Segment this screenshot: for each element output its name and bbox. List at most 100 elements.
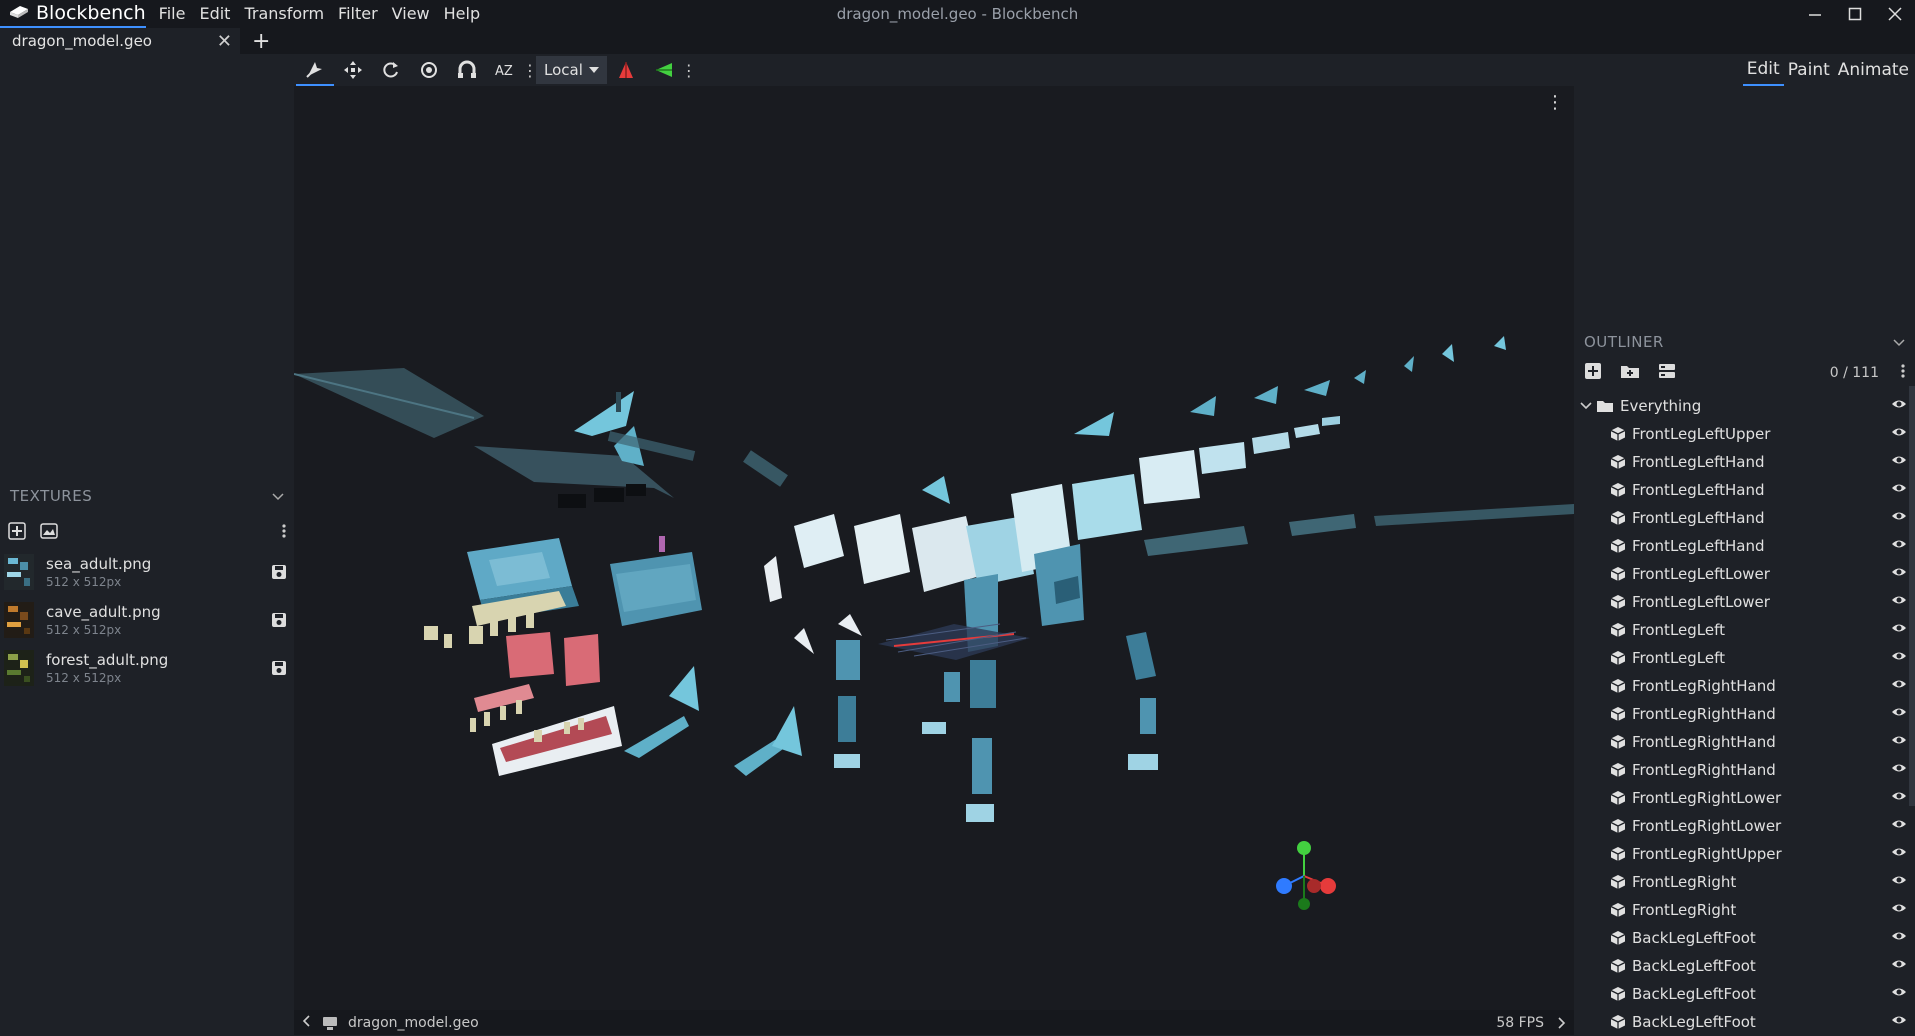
outliner-cube-item[interactable]: BackLegLeftFoot <box>1574 924 1915 952</box>
outliner-cube-item[interactable]: FrontLegRight <box>1574 868 1915 896</box>
viewport-menu-icon[interactable]: ⋮ <box>1546 92 1564 113</box>
textures-panel-header[interactable]: TEXTURES <box>0 482 294 510</box>
maximize-button[interactable] <box>1835 0 1875 28</box>
visibility-eye-icon[interactable] <box>1891 678 1907 690</box>
visibility-eye-icon[interactable] <box>1891 818 1907 830</box>
menu-help[interactable]: Help <box>437 0 487 28</box>
outliner-cube-item[interactable]: FrontLegRight <box>1574 896 1915 924</box>
texture-item[interactable]: sea_adult.png 512 x 512px <box>0 548 294 596</box>
outliner-cube-item[interactable]: BackLegLeftFoot <box>1574 980 1915 1008</box>
outliner-cube-item[interactable]: FrontLegRightLower <box>1574 812 1915 840</box>
3d-viewport[interactable]: ⋮ <box>294 86 1574 1010</box>
outliner-cube-item[interactable]: FrontLegLeftHand <box>1574 448 1915 476</box>
visibility-eye-icon[interactable] <box>1891 762 1907 774</box>
visibility-eye-icon[interactable] <box>1891 734 1907 746</box>
dragon-model-render[interactable] <box>294 86 1574 1010</box>
outliner-cube-item[interactable]: FrontLegLeft <box>1574 644 1915 672</box>
outliner-cube-item[interactable]: FrontLegLeftLower <box>1574 560 1915 588</box>
outliner-cube-item[interactable]: FrontLegRightHand <box>1574 700 1915 728</box>
outliner-cube-item[interactable]: FrontLegLeftHand <box>1574 532 1915 560</box>
add-texture-icon[interactable] <box>8 522 26 544</box>
outliner-scrollbar[interactable] <box>1909 386 1915 806</box>
new-tab-plus-icon[interactable]: + <box>240 29 270 54</box>
visibility-eye-icon[interactable] <box>1891 930 1907 942</box>
add-cube-icon[interactable] <box>1584 362 1602 384</box>
resize-tool-button[interactable] <box>334 54 372 86</box>
chevron-left-icon[interactable] <box>302 1014 310 1031</box>
add-group-icon[interactable] <box>1620 363 1640 383</box>
visibility-eye-icon[interactable] <box>1891 622 1907 634</box>
visibility-eye-icon[interactable] <box>1891 482 1907 494</box>
menu-file[interactable]: File <box>152 0 193 28</box>
group-everything[interactable]: Everything <box>1574 392 1915 420</box>
visibility-eye-icon[interactable] <box>1891 958 1907 970</box>
visibility-eye-icon[interactable] <box>1891 902 1907 914</box>
vertex-snap-button[interactable] <box>448 54 486 86</box>
visibility-eye-icon[interactable] <box>1891 566 1907 578</box>
outliner-panel-header[interactable]: OUTLINER <box>1574 328 1915 356</box>
visibility-eye-icon[interactable] <box>1891 538 1907 550</box>
textures-more-icon[interactable] <box>282 523 286 543</box>
collapse-all-icon[interactable] <box>1658 363 1676 383</box>
outliner-cube-item[interactable]: FrontLegRightHand <box>1574 728 1915 756</box>
cube-icon <box>1610 987 1626 1001</box>
mode-edit[interactable]: Edit <box>1742 54 1784 86</box>
outliner-cube-item[interactable]: BackLegLeftFoot <box>1574 1008 1915 1036</box>
outliner-more-icon[interactable] <box>1901 363 1905 383</box>
pivot-tool-button[interactable] <box>410 54 448 86</box>
visibility-eye-icon[interactable] <box>1891 426 1907 438</box>
chevron-right-icon[interactable] <box>1558 1016 1566 1029</box>
transform-space-select[interactable]: Local <box>536 56 607 84</box>
mirror-y-button[interactable] <box>645 54 683 86</box>
toolbar-more-icon[interactable]: ⋮ <box>522 61 538 80</box>
mirror-x-button[interactable] <box>607 54 645 86</box>
visibility-eye-icon[interactable] <box>1891 790 1907 802</box>
toolbar-more-icon-2[interactable]: ⋮ <box>681 61 697 80</box>
visibility-eye-icon[interactable] <box>1891 706 1907 718</box>
outliner-cube-item[interactable]: FrontLegRightHand <box>1574 756 1915 784</box>
chevron-down-icon[interactable] <box>272 487 284 505</box>
outliner-cube-item[interactable]: FrontLegLeftLower <box>1574 588 1915 616</box>
outliner-cube-item[interactable]: FrontLegLeftHand <box>1574 476 1915 504</box>
save-texture-icon[interactable] <box>264 660 294 676</box>
resize-icon <box>344 61 362 79</box>
outliner-cube-item[interactable]: FrontLegLeftHand <box>1574 504 1915 532</box>
texture-item[interactable]: forest_adult.png 512 x 512px <box>0 644 294 692</box>
tab-close-icon[interactable]: ✕ <box>217 31 232 52</box>
menu-view[interactable]: View <box>385 0 437 28</box>
rotate-tool-button[interactable] <box>372 54 410 86</box>
outliner-cube-item[interactable]: FrontLegRightHand <box>1574 672 1915 700</box>
outliner-cube-item[interactable]: FrontLegLeft <box>1574 616 1915 644</box>
menu-filter[interactable]: Filter <box>331 0 385 28</box>
mode-animate[interactable]: Animate <box>1834 55 1913 85</box>
outliner-cube-item[interactable]: FrontLegRightLower <box>1574 784 1915 812</box>
save-texture-icon[interactable] <box>264 612 294 628</box>
sort-button[interactable]: AZ <box>486 54 524 86</box>
axis-gizmo[interactable] <box>1276 841 1336 910</box>
chevron-down-icon[interactable] <box>1893 333 1905 351</box>
visibility-eye-icon[interactable] <box>1891 510 1907 522</box>
visibility-eye-icon[interactable] <box>1891 594 1907 606</box>
visibility-eye-icon[interactable] <box>1891 454 1907 466</box>
import-texture-icon[interactable] <box>40 523 58 543</box>
visibility-eye-icon[interactable] <box>1891 846 1907 858</box>
visibility-eye-icon[interactable] <box>1891 874 1907 886</box>
visibility-eye-icon[interactable] <box>1891 1014 1907 1026</box>
move-tool-button[interactable] <box>296 54 334 86</box>
outliner-cube-item[interactable]: FrontLegRightUpper <box>1574 840 1915 868</box>
texture-item[interactable]: cave_adult.png 512 x 512px <box>0 596 294 644</box>
menu-transform[interactable]: Transform <box>237 0 331 28</box>
visibility-eye-icon[interactable] <box>1891 650 1907 662</box>
save-texture-icon[interactable] <box>264 564 294 580</box>
chevron-down-icon[interactable] <box>1580 401 1592 411</box>
minimize-button[interactable] <box>1795 0 1835 28</box>
mode-paint[interactable]: Paint <box>1784 55 1834 85</box>
outliner-cube-item[interactable]: BackLegLeftFoot <box>1574 952 1915 980</box>
menu-edit[interactable]: Edit <box>192 0 237 28</box>
close-window-button[interactable] <box>1875 0 1915 28</box>
visibility-eye-icon[interactable] <box>1891 398 1907 410</box>
app-logo[interactable]: Blockbench <box>0 0 146 28</box>
visibility-eye-icon[interactable] <box>1891 986 1907 998</box>
outliner-cube-item[interactable]: FrontLegLeftUpper <box>1574 420 1915 448</box>
tab-dragon-model[interactable]: dragon_model.geo ✕ <box>0 28 240 54</box>
